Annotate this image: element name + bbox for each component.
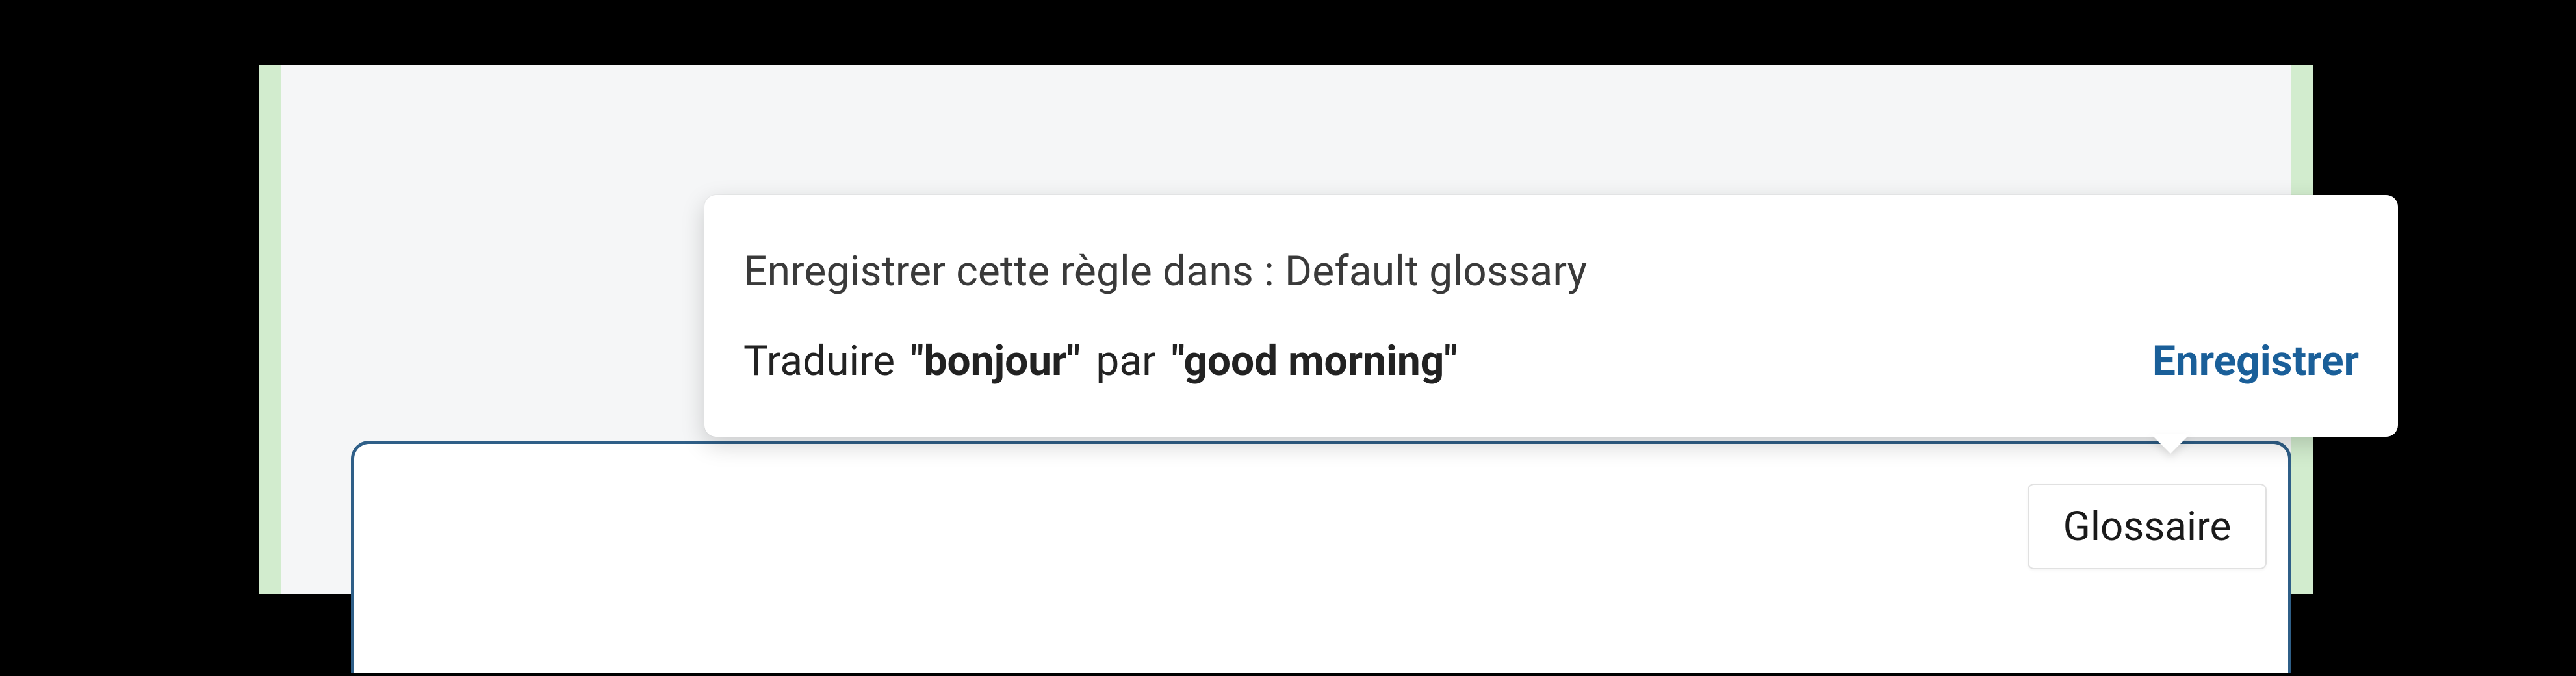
popup-by-label: par xyxy=(1096,337,1155,385)
translation-text-area[interactable] xyxy=(351,441,2291,673)
glossary-tab-button[interactable]: Glossaire xyxy=(2028,484,2267,569)
popup-source-term: "bonjour" xyxy=(910,337,1080,385)
popup-save-button[interactable]: Enregistrer xyxy=(2113,337,2359,385)
popup-glossary-name: Default glossary xyxy=(1285,247,1587,296)
panel-frame: Glossaire Enregistrer cette règle dans :… xyxy=(259,65,2313,594)
glossary-tab-label: Glossaire xyxy=(2063,503,2232,551)
popup-save-rule-prefix: Enregistrer cette règle dans : xyxy=(743,247,1274,296)
popup-title-line: Enregistrer cette règle dans : Default g… xyxy=(743,247,2359,296)
popup-target-term: "good morning" xyxy=(1172,337,1458,385)
glossary-rule-popup: Enregistrer cette règle dans : Default g… xyxy=(704,195,2398,437)
panel-background: Glossaire Enregistrer cette règle dans :… xyxy=(281,65,2291,594)
popup-translate-label: Traduire xyxy=(743,337,895,385)
popup-rule-line: Traduire "bonjour" par "good morning" En… xyxy=(743,337,2359,385)
screenshot-stage: Glossaire Enregistrer cette règle dans :… xyxy=(0,0,2576,676)
